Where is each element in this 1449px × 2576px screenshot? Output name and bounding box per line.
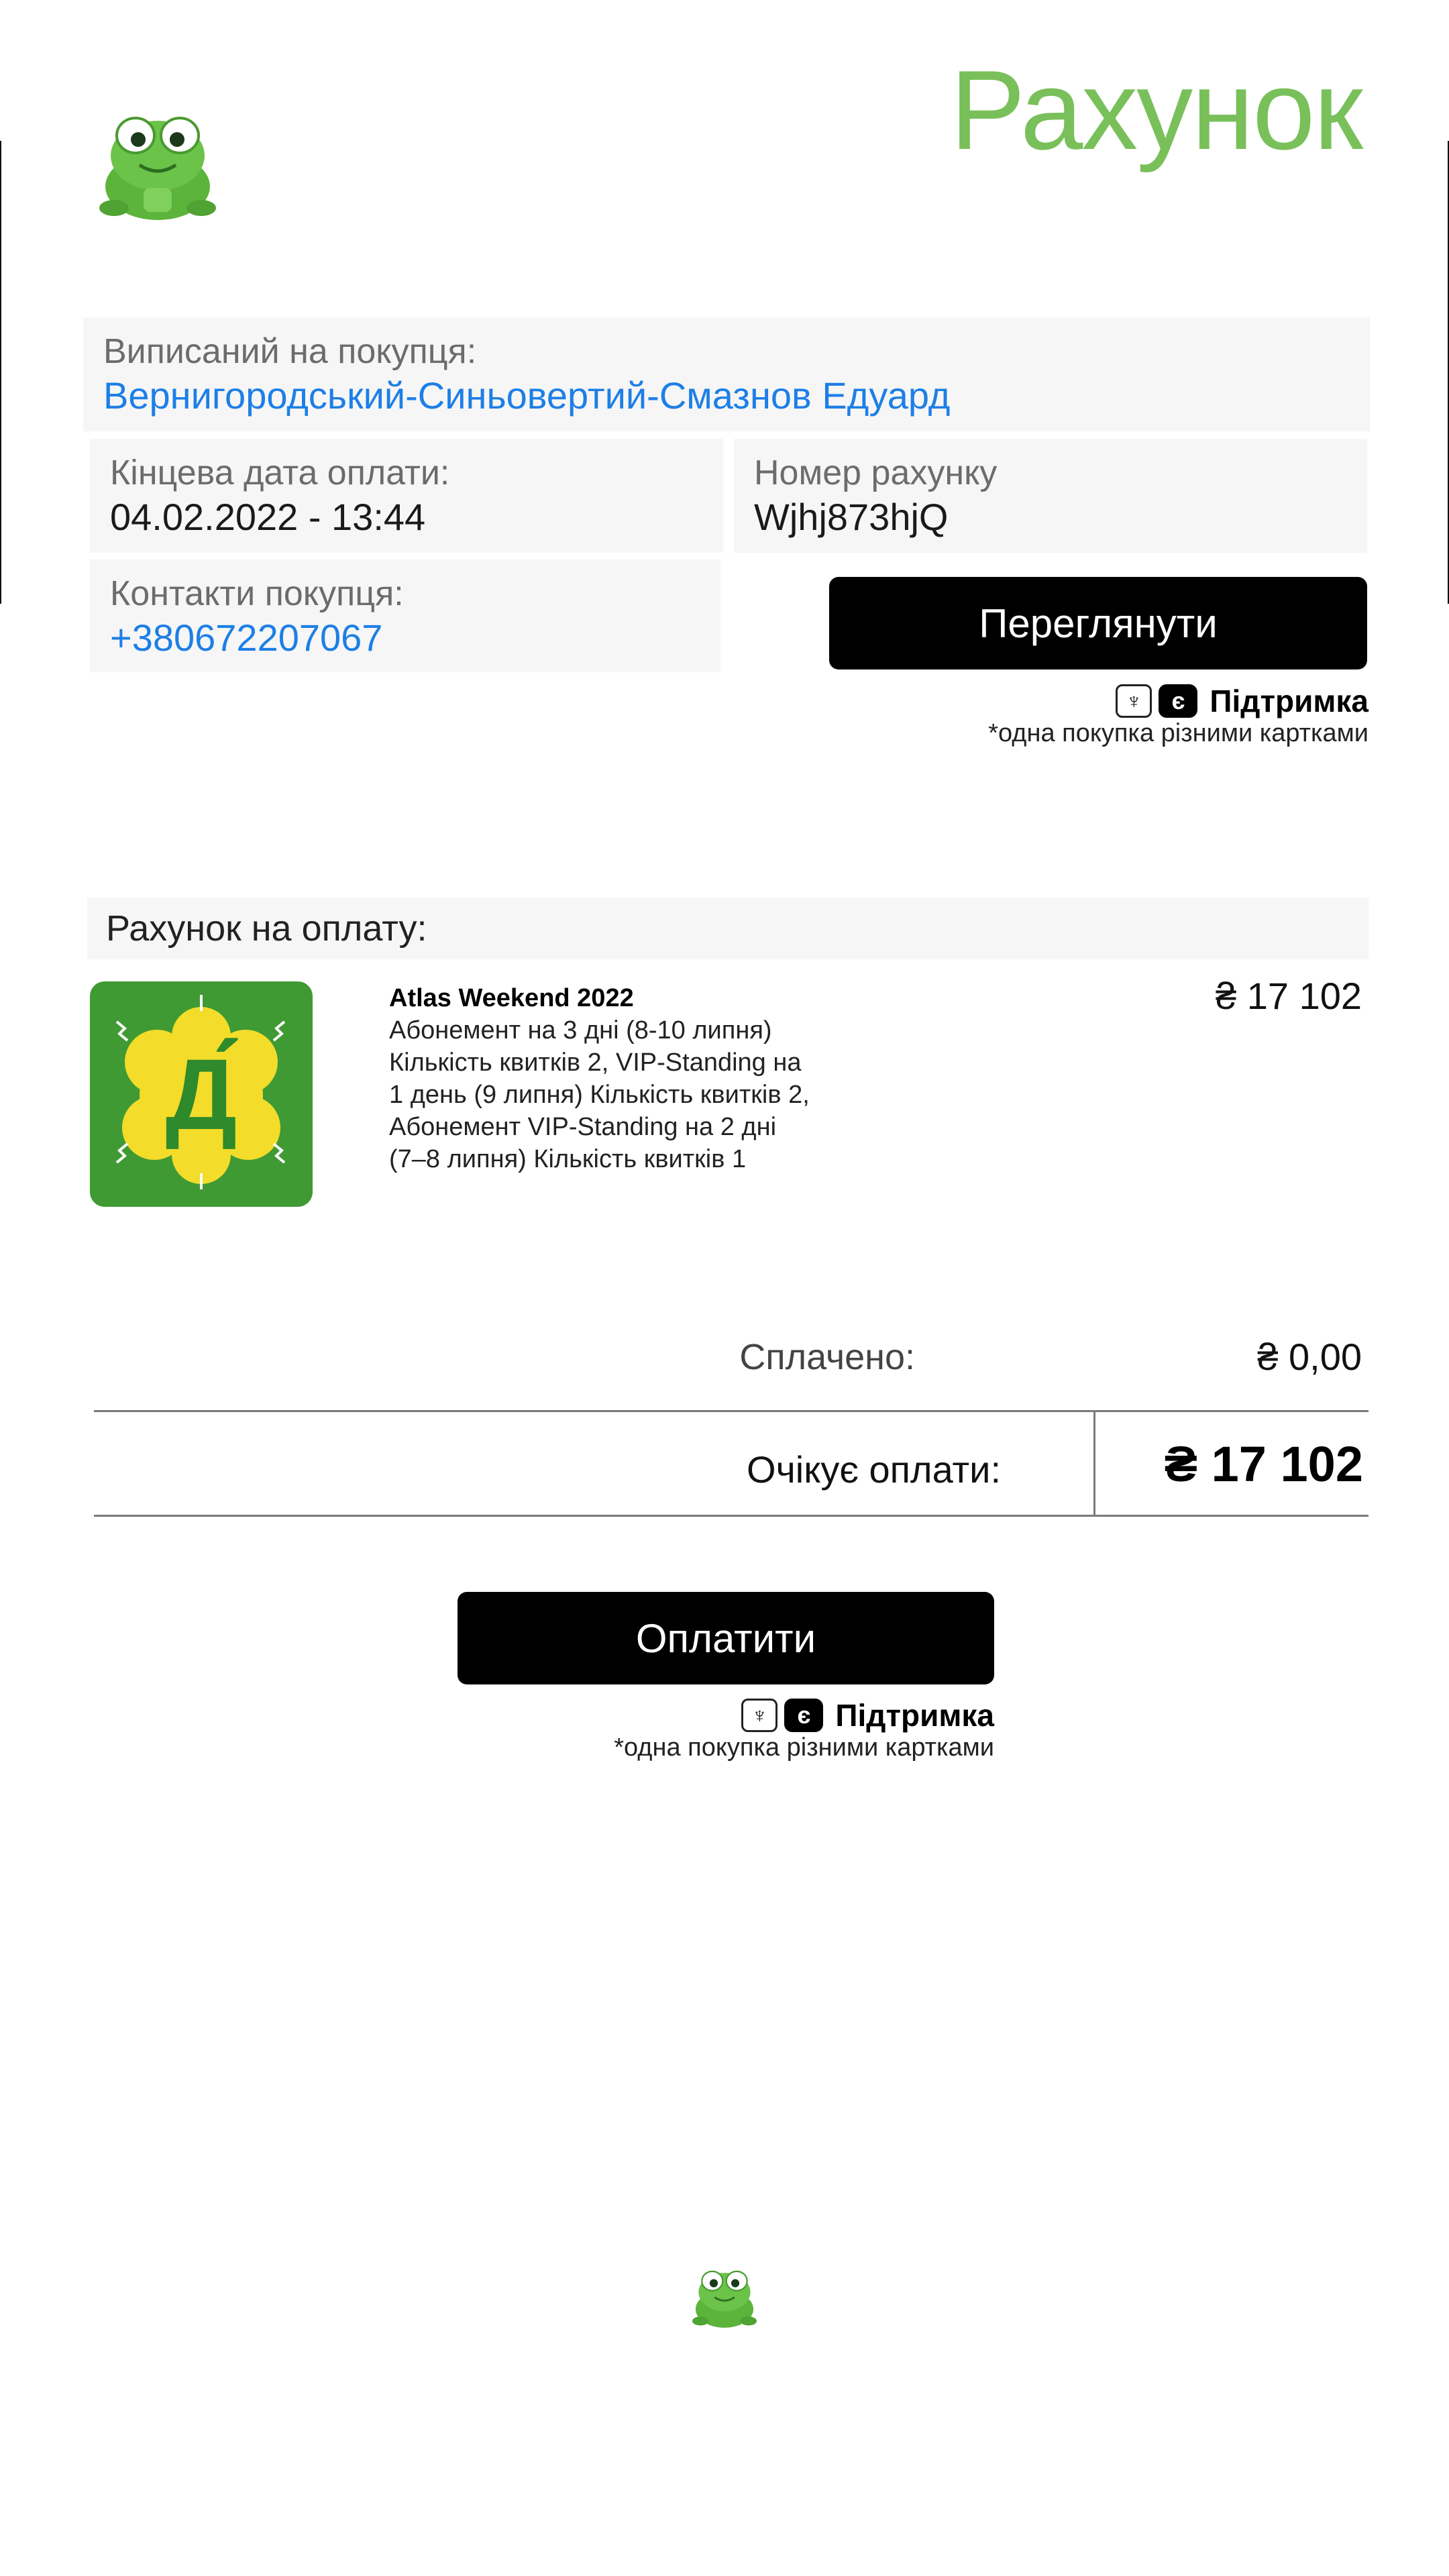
item-description-block: Atlas Weekend 2022 Абонемент на 3 дні (8… [389, 982, 818, 1175]
contacts-label: Контакти покупця: [110, 574, 404, 613]
issued-to-card: Виписаний на покупця: Вернигородський-Си… [83, 317, 1370, 431]
contacts-card: Контакти покупця: +380672207067 [90, 559, 720, 672]
invoice-number-card: Номер рахунку Wjhj873hjQ [734, 439, 1367, 553]
buyer-name[interactable]: Вернигородський-Синьовертий-Смазнов Едуа… [103, 372, 1350, 419]
pay-button[interactable]: Оплатити [458, 1592, 994, 1684]
support-note: *одна покупка різними картками [988, 719, 1368, 747]
due-date-label: Кінцева дата оплати: [110, 453, 450, 492]
e-letter-icon: є [784, 1699, 824, 1732]
frog-mascot-icon [686, 2265, 763, 2329]
support-label: Підтримка [835, 1698, 994, 1733]
atlas-weekend-letter: Д́ [165, 1037, 237, 1150]
amount-due-label: Очікує оплати: [747, 1448, 1001, 1491]
summary-divider-bottom [94, 1515, 1368, 1517]
contacts-phone[interactable]: +380672207067 [110, 614, 700, 661]
paid-value: ₴ 0,00 [1257, 1336, 1362, 1378]
item-price: ₴ 17 102 [1216, 975, 1362, 1017]
trident-icon: ♆ [1116, 684, 1152, 718]
trident-icon: ♆ [741, 1699, 778, 1732]
item-title: Atlas Weekend 2022 [389, 984, 634, 1012]
left-edge-line [0, 141, 1, 604]
e-letter-icon: є [1159, 684, 1198, 718]
summary-divider-vertical [1093, 1411, 1095, 1515]
invoice-section-title: Рахунок на оплату: [87, 898, 1368, 959]
amount-due-value: ₴ 17 102 [1164, 1436, 1363, 1492]
invoice-number-value: Wjhj873hjQ [754, 496, 949, 539]
item-description: Абонемент на 3 дні (8-10 липня) Кількіст… [389, 1016, 810, 1173]
issued-to-label: Виписаний на покупця: [103, 332, 477, 371]
page-title: Рахунок [950, 47, 1363, 173]
support-note-bottom: *одна покупка різними картками [614, 1733, 994, 1762]
summary-divider-top [94, 1410, 1368, 1412]
support-label: Підтримка [1210, 684, 1368, 718]
view-button[interactable]: Переглянути [829, 577, 1367, 669]
support-link-bottom[interactable]: ♆ є Підтримка [564, 1696, 994, 1735]
due-date-card: Кінцева дата оплати: 04.02.2022 - 13:44 [90, 439, 723, 553]
atlas-weekend-icon: Д́ [90, 981, 313, 1207]
support-link[interactable]: ♆ є Підтримка [939, 682, 1368, 720]
invoice-number-label: Номер рахунку [754, 453, 998, 492]
due-date-value: 04.02.2022 - 13:44 [110, 496, 426, 539]
frog-mascot-icon [87, 107, 228, 221]
paid-label: Сплачено: [739, 1337, 915, 1377]
